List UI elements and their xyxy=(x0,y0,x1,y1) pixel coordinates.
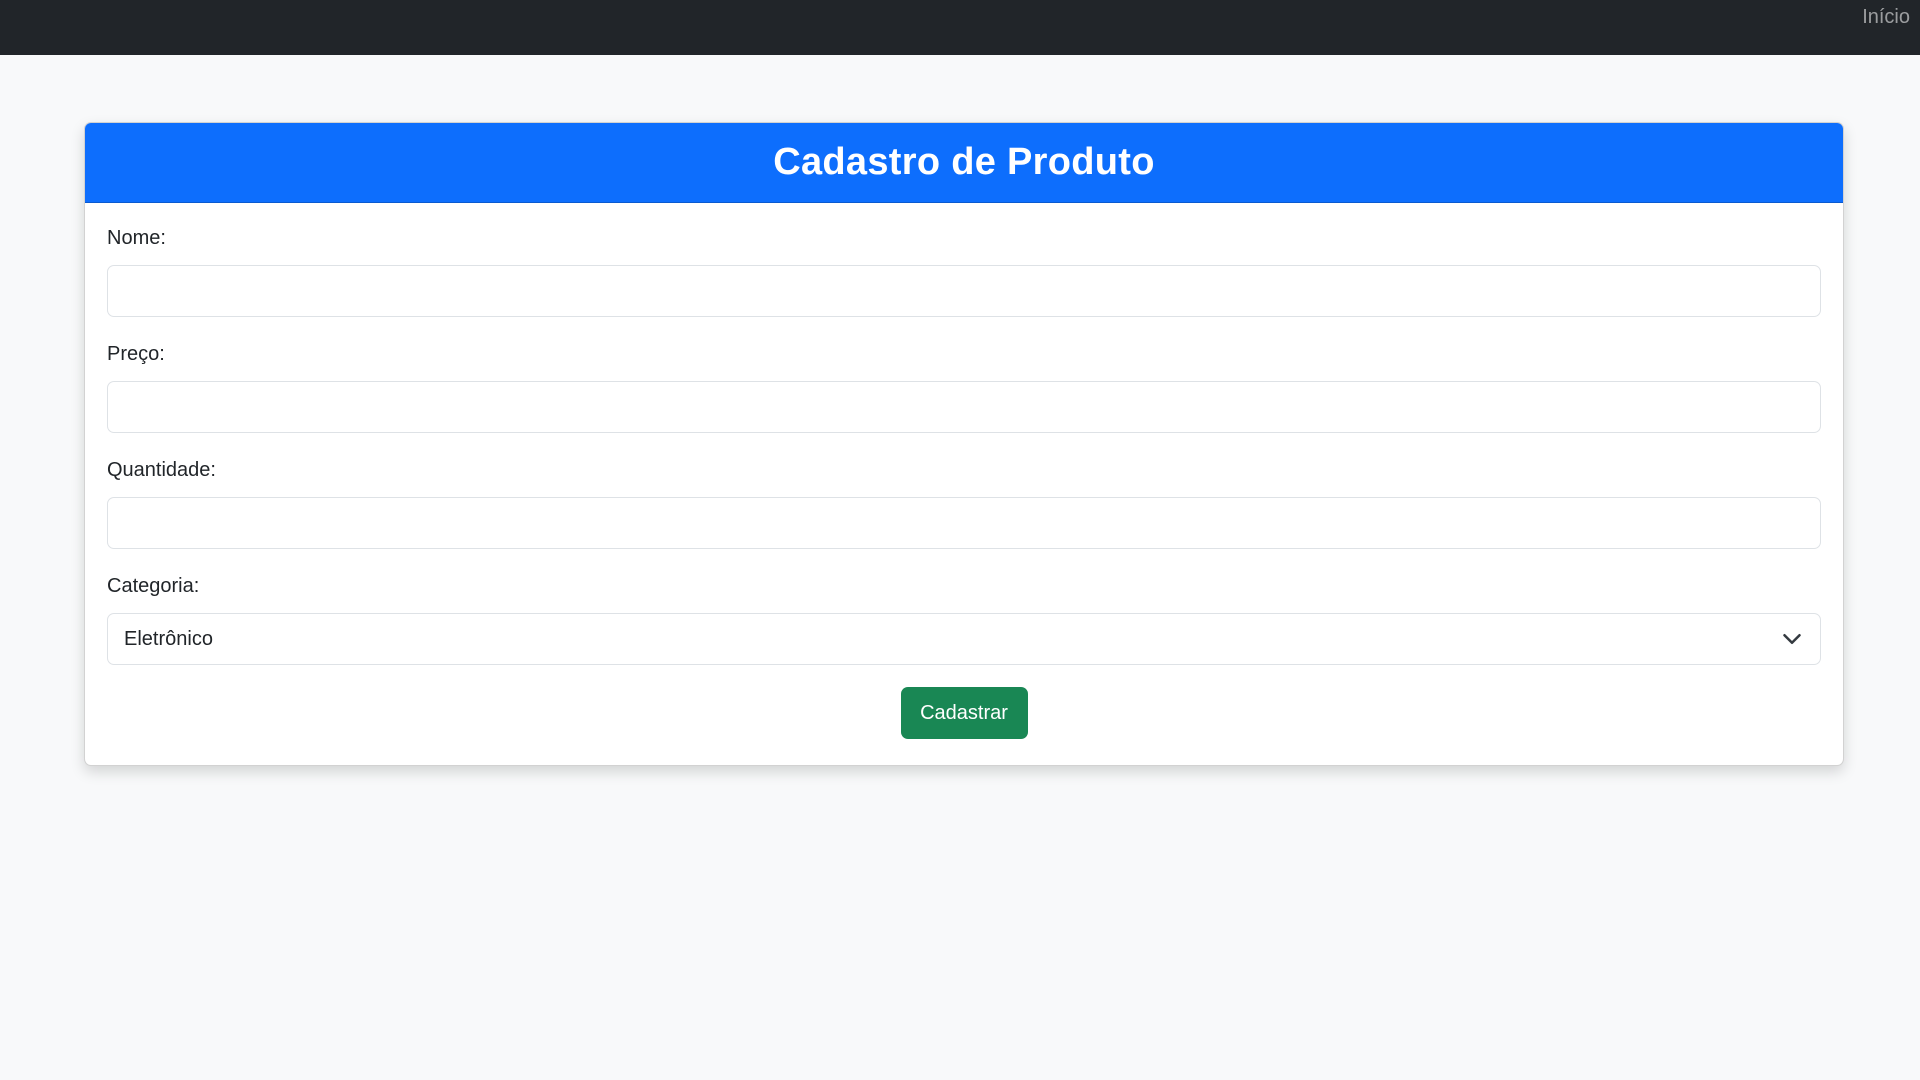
price-group: Preço: xyxy=(107,317,1821,433)
quantity-group: Quantidade: xyxy=(107,433,1821,549)
quantity-label: Quantidade: xyxy=(107,459,216,481)
quantity-input[interactable] xyxy=(107,497,1821,549)
name-input[interactable] xyxy=(107,265,1821,317)
category-select[interactable]: Eletrônico xyxy=(107,613,1821,665)
category-group: Categoria: Eletrônico xyxy=(107,549,1821,665)
chevron-down-icon xyxy=(1783,634,1801,644)
category-selected-value: Eletrônico xyxy=(124,627,213,650)
card-header: Cadastro de Produto xyxy=(85,123,1843,203)
submit-wrapper: Cadastrar xyxy=(107,687,1821,739)
product-form-card: Cadastro de Produto Nome: Preço: Quantid… xyxy=(84,122,1844,766)
nav-link-home[interactable]: Início xyxy=(1862,6,1910,29)
name-group: Nome: xyxy=(107,203,1821,317)
submit-button[interactable]: Cadastrar xyxy=(900,687,1028,739)
card-body: Nome: Preço: Quantidade: Categoria: Elet… xyxy=(85,203,1843,739)
top-navbar: Início xyxy=(0,0,1920,55)
page-title: Cadastro de Produto xyxy=(773,141,1155,183)
price-label: Preço: xyxy=(107,343,165,365)
name-label: Nome: xyxy=(107,227,166,249)
category-label: Categoria: xyxy=(107,575,200,597)
price-input[interactable] xyxy=(107,381,1821,433)
